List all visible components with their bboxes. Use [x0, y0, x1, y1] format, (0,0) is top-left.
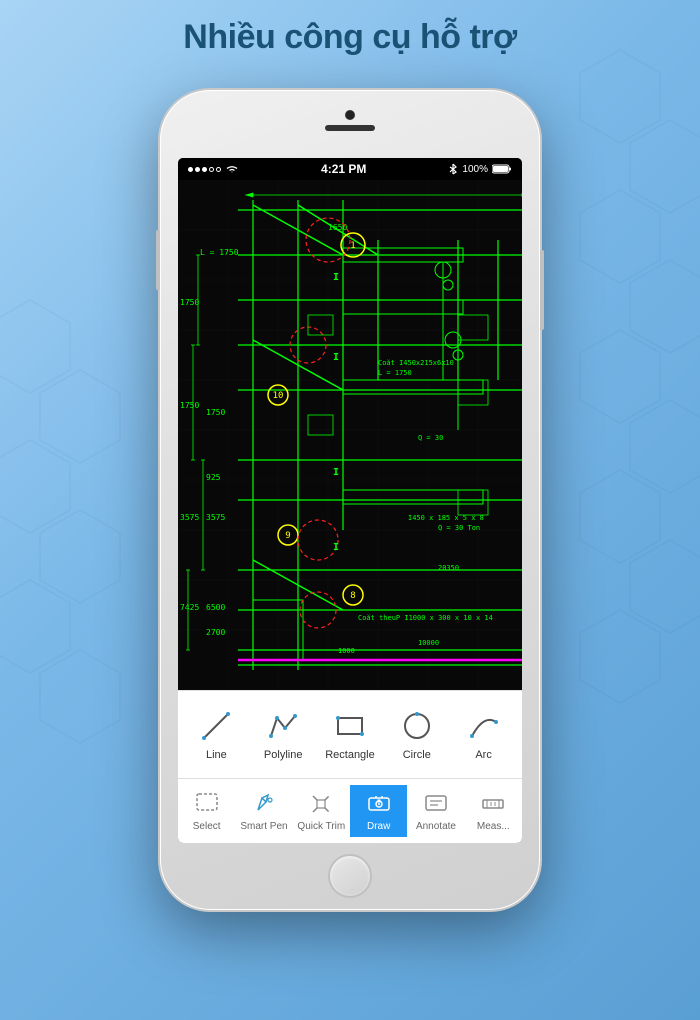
svg-text:10000: 10000 — [418, 639, 439, 647]
speaker-grill — [325, 125, 375, 131]
annotate-icon — [422, 790, 450, 818]
polyline-icon — [265, 708, 301, 744]
circle-label: Circle — [403, 749, 431, 761]
line-tool[interactable]: Line — [189, 708, 244, 761]
draw-label: Draw — [367, 821, 390, 832]
measure-icon — [479, 790, 507, 818]
svg-text:L = 1750: L = 1750 — [378, 369, 412, 377]
svg-text:3575: 3575 — [180, 513, 199, 522]
select-nav-item[interactable]: Select — [178, 785, 235, 837]
dot5 — [216, 167, 221, 172]
bottom-navigation: Select Smart Pen — [178, 778, 522, 843]
line-icon — [198, 708, 234, 744]
smart-pen-nav-item[interactable]: Smart Pen — [235, 785, 292, 837]
battery-percent: 100% — [462, 164, 488, 175]
quick-trim-nav-item[interactable]: Quick Trim — [293, 785, 350, 837]
phone-mockup: 4:21 PM 100% — [160, 90, 540, 910]
draw-icon — [365, 790, 393, 818]
dot4 — [209, 167, 214, 172]
status-bar: 4:21 PM 100% — [178, 158, 522, 180]
svg-text:I: I — [333, 272, 339, 283]
svg-text:20350: 20350 — [438, 564, 459, 572]
status-left — [188, 164, 239, 174]
circle-icon — [399, 708, 435, 744]
svg-text:Q = 30 Ton: Q = 30 Ton — [438, 524, 480, 532]
svg-text:I: I — [333, 352, 339, 363]
arc-label: Arc — [475, 749, 492, 761]
measure-label: Meas... — [477, 821, 510, 832]
status-right: 100% — [448, 163, 512, 175]
svg-text:1750: 1750 — [180, 298, 199, 307]
svg-text:3575: 3575 — [206, 513, 225, 522]
volume-button — [156, 230, 160, 290]
svg-text:Coăt theuP I1000 x 300 x 10 x: Coăt theuP I1000 x 300 x 10 x 14 — [358, 614, 493, 622]
svg-text:1000: 1000 — [338, 647, 355, 655]
svg-text:925: 925 — [206, 473, 221, 482]
draw-nav-item[interactable]: Draw — [350, 785, 407, 837]
phone-screen: 4:21 PM 100% — [178, 158, 522, 843]
rectangle-tool[interactable]: Rectangle — [322, 708, 377, 761]
annotate-nav-item[interactable]: Annotate — [407, 785, 464, 837]
svg-text:1750: 1750 — [206, 408, 225, 417]
wifi-icon — [225, 164, 239, 174]
svg-text:1750: 1750 — [180, 401, 199, 410]
smart-pen-label: Smart Pen — [240, 821, 287, 832]
select-label: Select — [193, 821, 221, 832]
page-title: Nhiều công cụ hỗ trợ — [0, 18, 700, 57]
svg-text:Q = 30: Q = 30 — [418, 434, 443, 442]
clock: 4:21 PM — [321, 162, 366, 176]
polyline-label: Polyline — [264, 749, 303, 761]
dot2 — [195, 167, 200, 172]
rectangle-label: Rectangle — [325, 749, 375, 761]
cad-drawing-area[interactable]: L = 1750 1750 1750 1750 3575 3575 925 74… — [178, 180, 522, 700]
circle-tool[interactable]: Circle — [389, 708, 444, 761]
svg-text:7425: 7425 — [180, 603, 199, 612]
svg-text:10: 10 — [273, 391, 284, 401]
dot1 — [188, 167, 193, 172]
phone-camera — [325, 110, 375, 131]
rectangle-icon — [332, 708, 368, 744]
svg-text:L = 1750: L = 1750 — [200, 248, 239, 257]
bluetooth-icon — [448, 163, 458, 175]
camera-lens — [345, 110, 355, 120]
dot3 — [202, 167, 207, 172]
svg-text:6500: 6500 — [206, 603, 225, 612]
phone-shell: 4:21 PM 100% — [160, 90, 540, 910]
svg-text:2700: 2700 — [206, 628, 225, 637]
arc-tool[interactable]: Arc — [456, 708, 511, 761]
cad-svg: L = 1750 1750 1750 1750 3575 3575 925 74… — [178, 180, 522, 700]
svg-text:I: I — [333, 542, 339, 553]
battery-icon — [492, 164, 512, 174]
measure-nav-item[interactable]: Meas... — [465, 785, 522, 837]
svg-text:9: 9 — [285, 531, 290, 541]
select-icon — [193, 790, 221, 818]
power-button — [540, 250, 544, 330]
arc-icon — [466, 708, 502, 744]
home-button[interactable] — [328, 854, 372, 898]
signal-icon — [188, 167, 221, 172]
annotate-label: Annotate — [416, 821, 456, 832]
svg-text:1650: 1650 — [328, 223, 347, 232]
svg-text:1: 1 — [350, 241, 355, 251]
quick-trim-label: Quick Trim — [297, 821, 345, 832]
trim-icon — [307, 790, 335, 818]
pen-icon — [250, 790, 278, 818]
line-label: Line — [206, 749, 227, 761]
draw-toolbar: Line Polyline — [178, 690, 522, 778]
polyline-tool[interactable]: Polyline — [256, 708, 311, 761]
svg-text:I: I — [333, 467, 339, 478]
svg-text:8: 8 — [350, 591, 355, 601]
svg-text:Coăt I450x215x6x10: Coăt I450x215x6x10 — [378, 359, 454, 367]
